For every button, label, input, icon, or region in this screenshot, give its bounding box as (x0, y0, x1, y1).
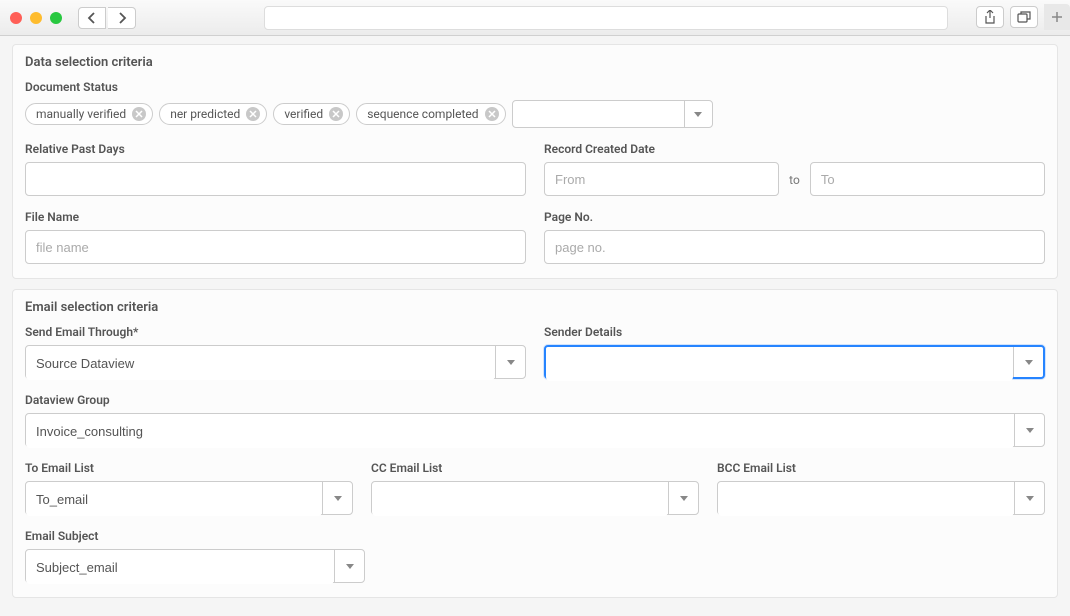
date-to-text: to (789, 171, 800, 187)
bcc-email-label: BCC Email List (717, 461, 1045, 475)
close-window-button[interactable] (10, 12, 22, 24)
status-add-input[interactable] (513, 101, 684, 127)
close-icon (135, 110, 143, 118)
remove-token-button[interactable] (132, 107, 146, 121)
send-email-through-label: Send Email Through* (25, 325, 526, 339)
dropdown-button[interactable] (1014, 482, 1044, 514)
file-name-label: File Name (25, 210, 526, 224)
url-bar[interactable] (264, 6, 948, 30)
title-bar (0, 0, 1070, 36)
email-selection-panel: Email selection criteria Send Email Thro… (12, 289, 1058, 598)
close-icon (249, 110, 257, 118)
chevron-down-icon (680, 496, 688, 501)
traffic-lights (10, 12, 62, 24)
share-icon (984, 10, 996, 24)
status-token: sequence completed (356, 103, 505, 125)
token-label: ner predicted (170, 107, 240, 121)
date-from-input[interactable] (544, 162, 779, 196)
dataview-group-select[interactable] (25, 413, 1045, 447)
chevron-down-icon (334, 496, 342, 501)
dataview-group-label: Dataview Group (25, 393, 1045, 407)
bcc-email-select[interactable] (717, 481, 1045, 515)
chevron-down-icon (694, 112, 702, 117)
send-email-through-value[interactable] (26, 346, 495, 380)
relative-past-days-label: Relative Past Days (25, 142, 526, 156)
tabs-button[interactable] (1010, 6, 1038, 28)
date-to-input[interactable] (810, 162, 1045, 196)
sender-details-input[interactable] (546, 347, 1013, 381)
chevron-left-icon (87, 12, 97, 24)
dropdown-button[interactable] (668, 482, 698, 514)
remove-token-button[interactable] (329, 107, 343, 121)
remove-token-button[interactable] (485, 107, 499, 121)
close-icon (488, 110, 496, 118)
relative-past-days-input[interactable] (25, 162, 526, 196)
data-selection-title: Data selection criteria (25, 55, 1045, 70)
back-button[interactable] (78, 7, 106, 29)
chevron-down-icon (1026, 496, 1034, 501)
bcc-email-value[interactable] (718, 482, 1014, 516)
chevron-down-icon (1025, 360, 1033, 365)
email-subject-select[interactable] (25, 549, 365, 583)
dropdown-button[interactable] (322, 482, 352, 514)
page-no-label: Page No. (544, 210, 1045, 224)
document-status-label: Document Status (25, 80, 1045, 94)
sender-details-label: Sender Details (544, 325, 1045, 339)
forward-button[interactable] (108, 7, 136, 29)
tabs-icon (1017, 11, 1031, 23)
new-tab-button[interactable] (1044, 4, 1070, 30)
chevron-down-icon (346, 564, 354, 569)
dropdown-button[interactable] (1014, 414, 1044, 446)
token-label: sequence completed (367, 107, 478, 121)
cc-email-label: CC Email List (371, 461, 699, 475)
to-email-label: To Email List (25, 461, 353, 475)
email-subject-value[interactable] (26, 550, 334, 584)
dropdown-button[interactable] (1013, 347, 1043, 377)
status-token: ner predicted (159, 103, 267, 125)
remove-token-button[interactable] (246, 107, 260, 121)
file-name-input[interactable] (25, 230, 526, 264)
minimize-window-button[interactable] (30, 12, 42, 24)
chevron-down-icon (507, 360, 515, 365)
data-selection-panel: Data selection criteria Document Status … (12, 44, 1058, 279)
maximize-window-button[interactable] (50, 12, 62, 24)
dropdown-button[interactable] (334, 550, 364, 582)
page-no-input[interactable] (544, 230, 1045, 264)
cc-email-select[interactable] (371, 481, 699, 515)
status-token: manually verified (25, 103, 153, 125)
dataview-group-value[interactable] (26, 414, 1014, 448)
to-email-select[interactable] (25, 481, 353, 515)
status-token: verified (273, 103, 350, 125)
cc-email-value[interactable] (372, 482, 668, 516)
token-label: manually verified (36, 107, 126, 121)
nav-buttons (78, 7, 136, 29)
share-button[interactable] (976, 6, 1004, 28)
chevron-right-icon (117, 12, 127, 24)
status-dropdown-button[interactable] (684, 101, 712, 127)
plus-icon (1051, 11, 1063, 23)
status-add-input-wrap (512, 100, 713, 128)
close-icon (332, 110, 340, 118)
record-created-date-label: Record Created Date (544, 142, 1045, 156)
dropdown-button[interactable] (495, 346, 525, 378)
email-selection-title: Email selection criteria (25, 300, 1045, 315)
token-label: verified (284, 107, 323, 121)
email-subject-label: Email Subject (25, 529, 365, 543)
sender-details-select[interactable] (544, 345, 1045, 379)
chevron-down-icon (1026, 428, 1034, 433)
send-email-through-select[interactable] (25, 345, 526, 379)
document-status-field: manually verified ner predicted verified… (25, 100, 1045, 128)
to-email-value[interactable] (26, 482, 322, 516)
